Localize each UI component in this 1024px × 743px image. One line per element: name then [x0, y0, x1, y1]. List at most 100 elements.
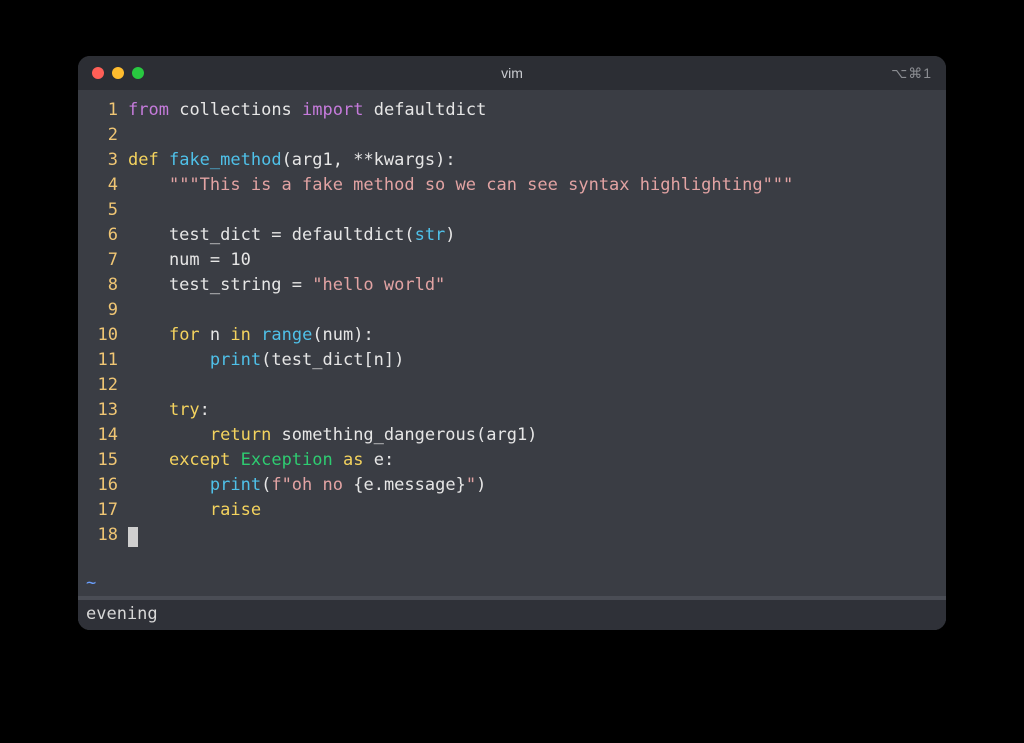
line-number: 4 — [78, 173, 128, 198]
token: f"oh no — [271, 475, 353, 495]
token: str — [415, 225, 446, 245]
code-line[interactable]: 9 — [78, 298, 946, 323]
token — [230, 450, 240, 470]
code-line[interactable]: 16 print(f"oh no {e.message}") — [78, 473, 946, 498]
token — [251, 325, 261, 345]
code-line[interactable]: 4 """This is a fake method so we can see… — [78, 173, 946, 198]
line-number: 16 — [78, 473, 128, 498]
token: Exception — [241, 450, 333, 470]
token: collections — [179, 100, 292, 120]
token — [128, 450, 169, 470]
line-number: 11 — [78, 348, 128, 373]
code-line[interactable]: 15 except Exception as e: — [78, 448, 946, 473]
code-line[interactable]: 3def fake_method(arg1, **kwargs): — [78, 148, 946, 173]
line-number: 6 — [78, 223, 128, 248]
token: ) — [476, 475, 486, 495]
code-content[interactable]: except Exception as e: — [128, 448, 946, 473]
code-line[interactable]: 13 try: — [78, 398, 946, 423]
line-number: 18 — [78, 523, 128, 548]
line-number: 8 — [78, 273, 128, 298]
token: def — [128, 150, 159, 170]
code-content[interactable]: for n in range(num): — [128, 323, 946, 348]
code-line[interactable]: 11 print(test_dict[n]) — [78, 348, 946, 373]
token — [128, 500, 210, 520]
token — [159, 150, 169, 170]
token: (test_dict[n]) — [261, 350, 404, 370]
token: print — [210, 475, 261, 495]
token: } — [456, 475, 466, 495]
token: print — [210, 350, 261, 370]
token: return — [210, 425, 271, 445]
token: e.message — [363, 475, 455, 495]
terminal-window: vim ⌥⌘1 1from collections import default… — [78, 56, 946, 630]
code-line[interactable]: 14 return something_dangerous(arg1) — [78, 423, 946, 448]
code-content[interactable]: test_string = "hello world" — [128, 273, 946, 298]
line-number: 3 — [78, 148, 128, 173]
token: num = 10 — [128, 250, 251, 270]
token — [128, 400, 169, 420]
code-line[interactable]: 5 — [78, 198, 946, 223]
code-line[interactable]: 6 test_dict = defaultdict(str) — [78, 223, 946, 248]
line-number: 15 — [78, 448, 128, 473]
cursor — [128, 527, 138, 547]
code-content[interactable]: from collections import defaultdict — [128, 98, 946, 123]
code-content[interactable]: """This is a fake method so we can see s… — [128, 173, 946, 198]
token: (arg1, **kwargs): — [282, 150, 456, 170]
token: test_string = — [128, 275, 312, 295]
line-number: 10 — [78, 323, 128, 348]
code-content[interactable] — [128, 523, 946, 548]
code-line[interactable]: 7 num = 10 — [78, 248, 946, 273]
code-content[interactable]: print(test_dict[n]) — [128, 348, 946, 373]
token: """This is a fake method so we can see s… — [169, 175, 793, 195]
token: ( — [261, 475, 271, 495]
titlebar: vim ⌥⌘1 — [78, 56, 946, 90]
code-line[interactable]: 2 — [78, 123, 946, 148]
line-number: 9 — [78, 298, 128, 323]
line-number: 2 — [78, 123, 128, 148]
window-title: vim — [78, 65, 946, 81]
status-bar: evening — [78, 600, 946, 630]
token — [363, 100, 373, 120]
code-area[interactable]: 1from collections import defaultdict23de… — [78, 98, 946, 571]
token — [128, 350, 210, 370]
token — [128, 425, 210, 445]
code-line[interactable]: 1from collections import defaultdict — [78, 98, 946, 123]
code-content[interactable]: try: — [128, 398, 946, 423]
editor-area[interactable]: 1from collections import defaultdict23de… — [78, 90, 946, 630]
token: for — [169, 325, 200, 345]
token: ) — [445, 225, 455, 245]
code-content[interactable]: return something_dangerous(arg1) — [128, 423, 946, 448]
token — [128, 325, 169, 345]
code-line[interactable]: 17 raise — [78, 498, 946, 523]
code-content[interactable]: print(f"oh no {e.message}") — [128, 473, 946, 498]
token: n — [200, 325, 231, 345]
code-content[interactable]: raise — [128, 498, 946, 523]
code-line[interactable]: 18 — [78, 523, 946, 548]
code-content[interactable]: def fake_method(arg1, **kwargs): — [128, 148, 946, 173]
token: in — [230, 325, 250, 345]
token: { — [353, 475, 363, 495]
token — [128, 475, 210, 495]
token: range — [261, 325, 312, 345]
line-number: 17 — [78, 498, 128, 523]
code-line[interactable]: 12 — [78, 373, 946, 398]
code-line[interactable]: 8 test_string = "hello world" — [78, 273, 946, 298]
token — [169, 100, 179, 120]
line-number: 14 — [78, 423, 128, 448]
code-content[interactable]: test_dict = defaultdict(str) — [128, 223, 946, 248]
line-number: 5 — [78, 198, 128, 223]
vim-tilde-line: ~ — [78, 571, 946, 596]
traffic-lights — [92, 67, 144, 79]
token: as — [343, 450, 363, 470]
token — [128, 175, 169, 195]
close-icon[interactable] — [92, 67, 104, 79]
line-number: 13 — [78, 398, 128, 423]
code-content[interactable]: num = 10 — [128, 248, 946, 273]
token: "hello world" — [312, 275, 445, 295]
minimize-icon[interactable] — [112, 67, 124, 79]
token: defaultdict — [374, 100, 487, 120]
token — [333, 450, 343, 470]
zoom-icon[interactable] — [132, 67, 144, 79]
token: except — [169, 450, 230, 470]
code-line[interactable]: 10 for n in range(num): — [78, 323, 946, 348]
